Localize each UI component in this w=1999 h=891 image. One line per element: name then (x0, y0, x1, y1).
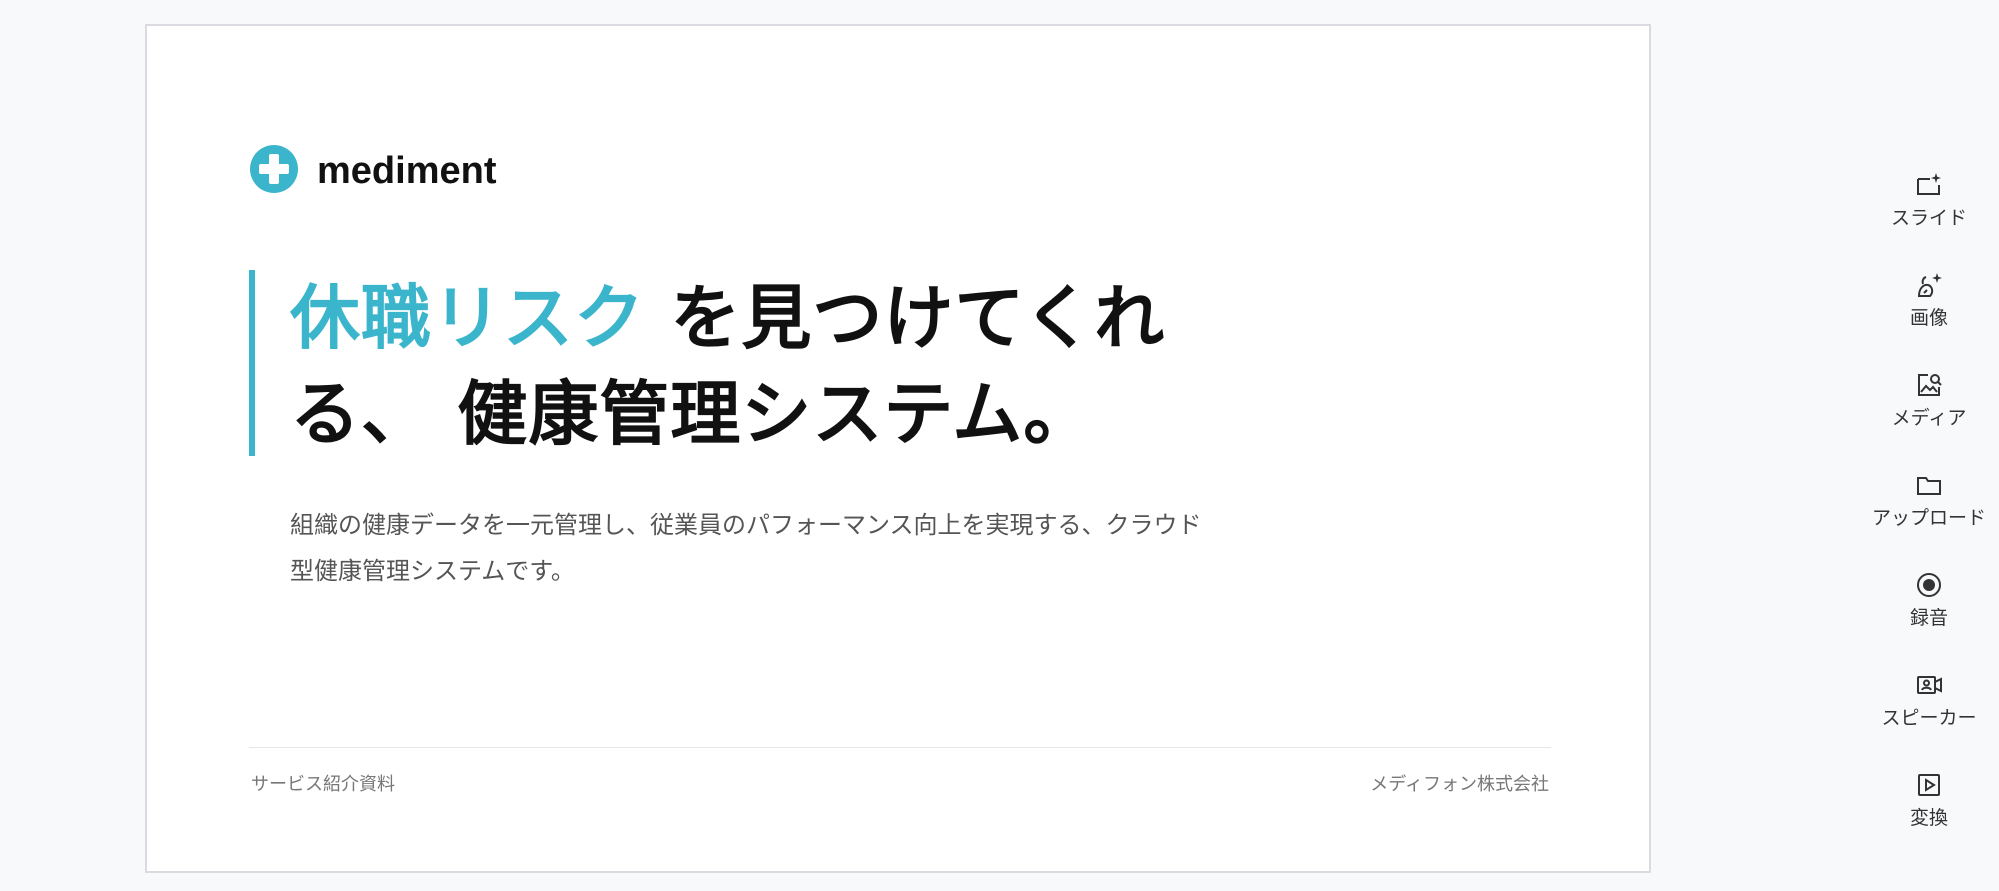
slide-description: 組織の健康データを一元管理し、従業員のパフォーマンス向上を実現する、クラウド 型… (290, 502, 1250, 594)
play-box-icon (1918, 774, 1940, 796)
toolbar-speaker-label: スピーカー (1881, 707, 1977, 729)
slide-sparkle-icon (1917, 173, 1941, 195)
toolbar-slide-button[interactable]: スライド (1859, 160, 1999, 260)
headline-line1-rest: を見つけてくれ (645, 277, 1166, 359)
toolbar-media-button[interactable]: メディア (1859, 360, 1999, 460)
toolbar-image-button[interactable]: 画像 (1859, 260, 1999, 360)
headline-accent: 休職リスク (290, 277, 645, 359)
toolbar-media-label: メディア (1891, 407, 1967, 429)
logo-text: mediment (317, 150, 497, 192)
toolbar-record-button[interactable]: 録音 (1859, 560, 1999, 660)
speaker-video-icon (1917, 676, 1942, 694)
medical-cross-icon (250, 145, 298, 193)
footer-company-name: メディフォン株式会社 (1370, 774, 1549, 795)
description-line1: 組織の健康データを一元管理し、従業員のパフォーマンス向上を実現する、クラウド (290, 511, 1202, 539)
headline-accent-bar (249, 270, 255, 456)
slide-canvas[interactable]: mediment 休職リスク を見つけてくれ る、 健康管理システム。 組織の健… (145, 24, 1651, 873)
record-icon (1917, 573, 1941, 597)
company-logo: mediment (249, 144, 549, 254)
toolbar-speaker-button[interactable]: スピーカー (1859, 660, 1999, 760)
toolbar-upload-label: アップロード (1871, 507, 1986, 529)
description-line2: 型健康管理システムです。 (290, 557, 575, 585)
toolbar-record-label: 録音 (1909, 607, 1948, 629)
headline-line2: る、 健康管理システム。 (290, 373, 1095, 455)
slide-headline: 休職リスク を見つけてくれ る、 健康管理システム。 (290, 270, 1170, 462)
toolbar-convert-button[interactable]: 変換 (1859, 760, 1999, 860)
media-search-icon (1918, 374, 1942, 396)
image-sparkle-icon (1917, 273, 1942, 297)
footer-left-label: サービス紹介資料 (251, 774, 395, 795)
toolbar-upload-button[interactable]: アップロード (1859, 460, 1999, 560)
toolbar-convert-label: 変換 (1909, 807, 1948, 829)
toolbar-image-label: 画像 (1909, 307, 1948, 329)
right-toolbar: スライド 画像 メディア アップロード 録音 スピーカー 変換 (1859, 160, 1999, 860)
footer-divider (249, 747, 1551, 748)
folder-icon (1917, 477, 1941, 495)
toolbar-slide-label: スライド (1890, 207, 1967, 229)
